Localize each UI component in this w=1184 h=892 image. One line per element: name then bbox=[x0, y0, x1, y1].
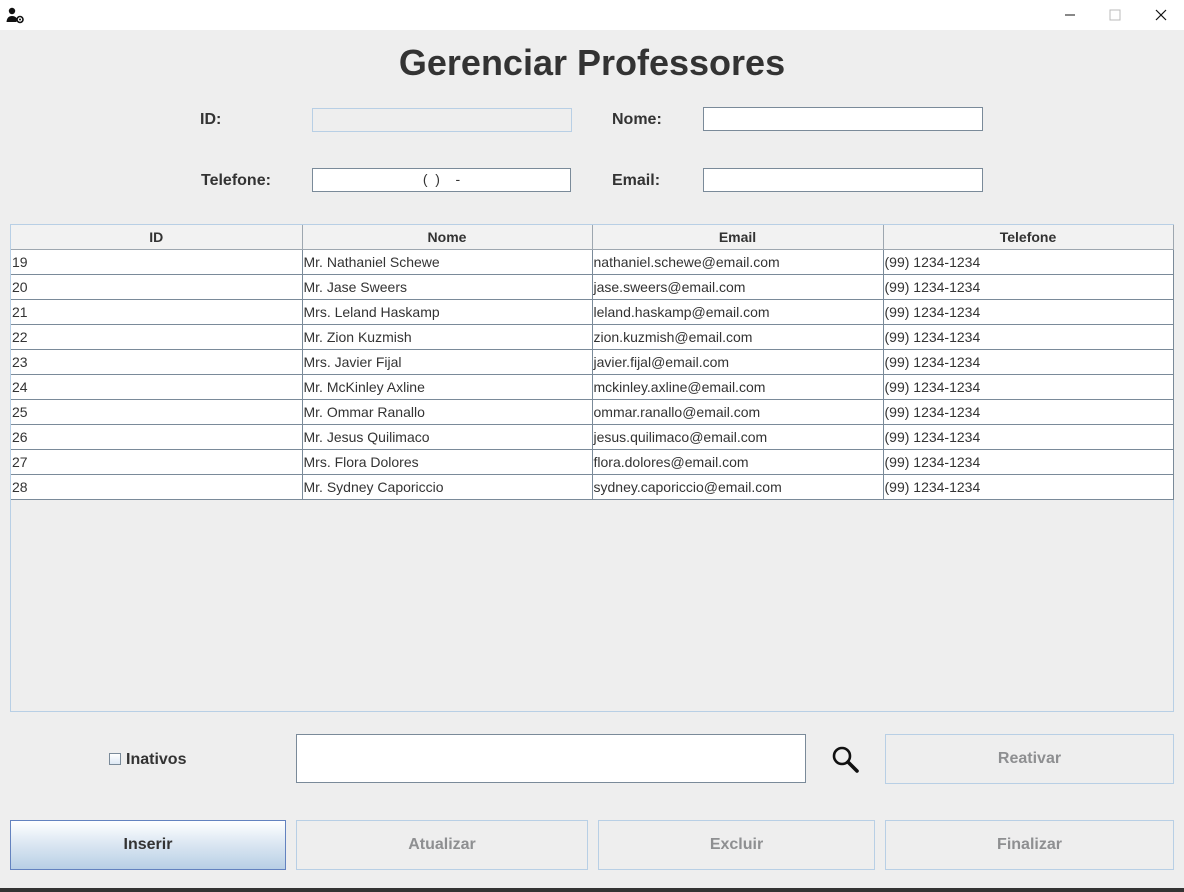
column-header-nome[interactable]: Nome bbox=[301, 225, 593, 250]
professores-table[interactable]: ID Nome Email Telefone 19 Mr. Nathaniel S… bbox=[10, 224, 1174, 712]
excluir-button[interactable]: Excluir bbox=[598, 820, 875, 870]
cell-telefone: (99) 1234-1234 bbox=[882, 424, 1174, 450]
table-row[interactable]: 19 Mr. Nathaniel Schewe nathaniel.schewe@e… bbox=[11, 249, 1174, 275]
finalizar-button[interactable]: Finalizar bbox=[885, 820, 1174, 870]
cell-email: leland.haskamp@email.com bbox=[591, 299, 884, 325]
cell-id: 23 bbox=[11, 349, 303, 375]
cell-nome: Mrs. Leland Haskamp bbox=[301, 299, 593, 325]
cell-id: 20 bbox=[11, 274, 303, 300]
title-bar bbox=[0, 0, 1184, 30]
column-header-telefone[interactable]: Telefone bbox=[882, 225, 1174, 250]
close-icon[interactable] bbox=[1138, 0, 1184, 30]
cell-email: javier.fijal@email.com bbox=[591, 349, 884, 375]
atualizar-button[interactable]: Atualizar bbox=[296, 820, 588, 870]
cell-nome: Mr. McKinley Axline bbox=[301, 374, 593, 400]
cell-nome: Mr. Jesus Quilimaco bbox=[301, 424, 593, 450]
cell-telefone: (99) 1234-1234 bbox=[882, 474, 1174, 500]
cell-telefone: (99) 1234-1234 bbox=[882, 349, 1174, 375]
search-icon[interactable] bbox=[830, 744, 860, 774]
user-gear-icon bbox=[6, 7, 24, 24]
cell-telefone: (99) 1234-1234 bbox=[882, 274, 1174, 300]
cell-email: jesus.quilimaco@email.com bbox=[591, 424, 884, 450]
cell-nome: Mr. Zion Kuzmish bbox=[301, 324, 593, 350]
cell-nome: Mrs. Flora Dolores bbox=[301, 449, 593, 475]
table-row[interactable]: 20 Mr. Jase Sweers jase.sweers@email.com (9… bbox=[11, 274, 1174, 300]
cell-telefone: (99) 1234-1234 bbox=[882, 299, 1174, 325]
email-label: Email: bbox=[612, 172, 661, 189]
cell-email: nathaniel.schewe@email.com bbox=[591, 249, 884, 275]
window-bottom-edge bbox=[0, 888, 1184, 892]
table-row[interactable]: 26 Mr. Jesus Quilimaco jesus.quilimaco@ema… bbox=[11, 424, 1174, 450]
cell-telefone: (99) 1234-1234 bbox=[882, 374, 1174, 400]
table-header: ID Nome Email Telefone bbox=[11, 225, 1174, 250]
cell-telefone: (99) 1234-1234 bbox=[882, 449, 1174, 475]
inativos-checkbox[interactable] bbox=[109, 753, 121, 765]
table-row[interactable]: 24 Mr. McKinley Axline mckinley.axline@ema… bbox=[11, 374, 1174, 400]
table-row[interactable]: 27 Mrs. Flora Dolores flora.dolores@email.… bbox=[11, 449, 1174, 475]
cell-email: flora.dolores@email.com bbox=[591, 449, 884, 475]
cell-email: jase.sweers@email.com bbox=[591, 274, 884, 300]
cell-nome: Mrs. Javier Fijal bbox=[301, 349, 593, 375]
cell-id: 19 bbox=[11, 249, 303, 275]
id-field bbox=[312, 108, 572, 132]
cell-id: 21 bbox=[11, 299, 303, 325]
cell-nome: Mr. Jase Sweers bbox=[301, 274, 593, 300]
cell-id: 22 bbox=[11, 324, 303, 350]
cell-telefone: (99) 1234-1234 bbox=[882, 399, 1174, 425]
minimize-icon[interactable] bbox=[1047, 0, 1093, 30]
cell-email: ommar.ranallo@email.com bbox=[591, 399, 884, 425]
cell-nome: Mr. Nathaniel Schewe bbox=[301, 249, 593, 275]
table-row[interactable]: 21 Mrs. Leland Haskamp leland.haskamp@emai… bbox=[11, 299, 1174, 325]
id-label: ID: bbox=[200, 111, 222, 128]
table-row[interactable]: 25 Mr. Ommar Ranallo ommar.ranallo@email.c… bbox=[11, 399, 1174, 425]
cell-telefone: (99) 1234-1234 bbox=[882, 324, 1174, 350]
table-row[interactable]: 28 Mr. Sydney Caporiccio sydney.caporiccio… bbox=[11, 474, 1174, 500]
cell-email: zion.kuzmish@email.com bbox=[591, 324, 884, 350]
table-row[interactable]: 22 Mr. Zion Kuzmish zion.kuzmish@email.com… bbox=[11, 324, 1174, 350]
cell-email: sydney.caporiccio@email.com bbox=[591, 474, 884, 500]
email-field[interactable] bbox=[703, 168, 983, 192]
column-header-email[interactable]: Email bbox=[591, 225, 884, 250]
cell-telefone: (99) 1234-1234 bbox=[882, 249, 1174, 275]
cell-id: 27 bbox=[11, 449, 303, 475]
cell-id: 26 bbox=[11, 424, 303, 450]
search-input[interactable] bbox=[296, 734, 806, 783]
nome-field[interactable] bbox=[703, 107, 983, 131]
telefone-field[interactable]: ( ) - bbox=[312, 168, 571, 192]
maximize-icon[interactable] bbox=[1092, 0, 1138, 30]
cell-id: 28 bbox=[11, 474, 303, 500]
inativos-label[interactable]: Inativos bbox=[126, 751, 186, 769]
cell-id: 25 bbox=[11, 399, 303, 425]
nome-label: Nome: bbox=[612, 111, 662, 128]
page-title: Gerenciar Professores bbox=[398, 42, 786, 83]
reativar-button[interactable]: Reativar bbox=[885, 734, 1174, 784]
cell-nome: Mr. Sydney Caporiccio bbox=[301, 474, 593, 500]
table-row[interactable]: 23 Mrs. Javier Fijal javier.fijal@email.co… bbox=[11, 349, 1174, 375]
telefone-label: Telefone: bbox=[201, 172, 271, 189]
inserir-button[interactable]: Inserir bbox=[10, 820, 286, 870]
cell-nome: Mr. Ommar Ranallo bbox=[301, 399, 593, 425]
column-header-id[interactable]: ID bbox=[11, 225, 303, 250]
cell-id: 24 bbox=[11, 374, 303, 400]
cell-email: mckinley.axline@email.com bbox=[591, 374, 884, 400]
